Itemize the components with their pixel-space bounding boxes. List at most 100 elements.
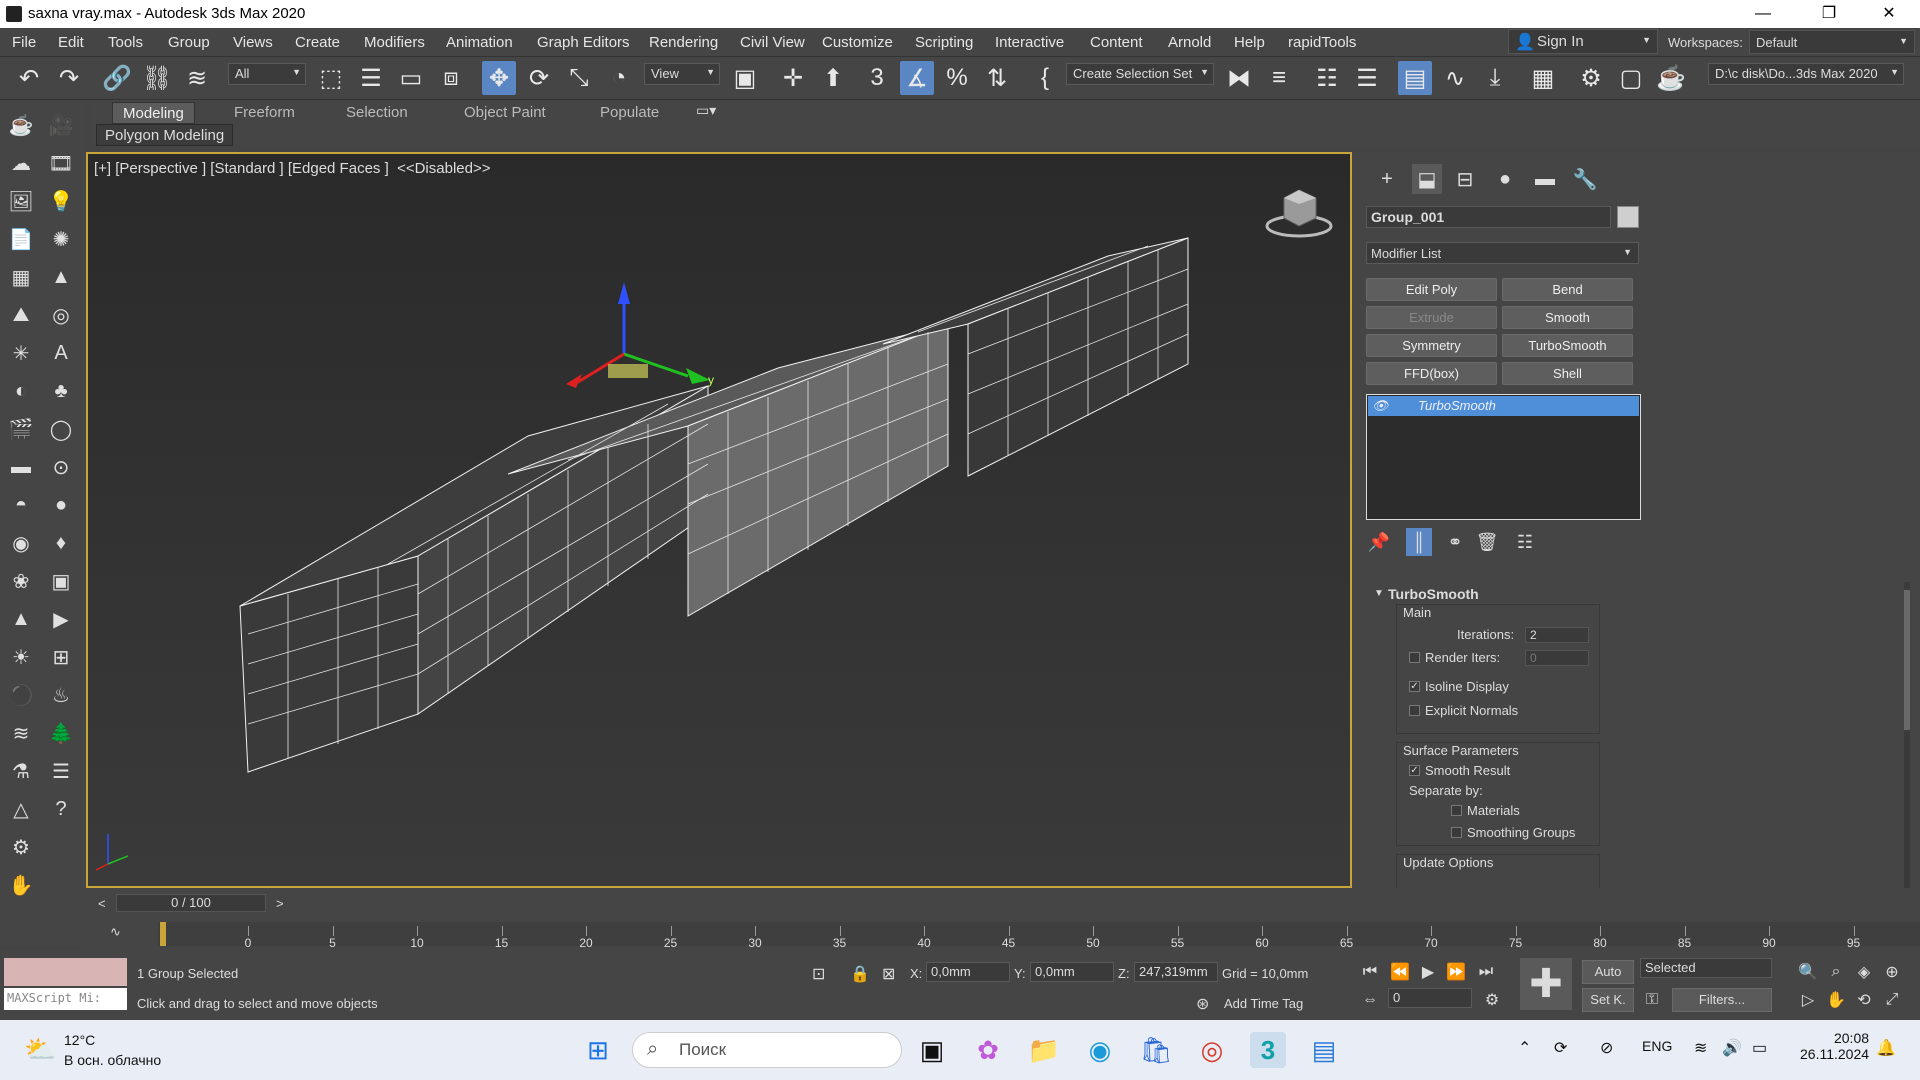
- notification-bell-icon[interactable]: 🔔: [1876, 1038, 1896, 1058]
- next-frame-button[interactable]: >: [276, 896, 284, 911]
- hand-icon[interactable]: ✋: [6, 870, 36, 900]
- select-by-name-icon[interactable]: ☰: [354, 61, 388, 95]
- menu-tools[interactable]: Tools: [108, 34, 143, 51]
- bend-button[interactable]: Bend: [1502, 278, 1633, 301]
- chrome-icon[interactable]: ◎: [1194, 1032, 1230, 1068]
- battery-icon[interactable]: ▭: [1752, 1038, 1767, 1058]
- ball-icon[interactable]: ⚫: [6, 680, 36, 710]
- select-object-icon[interactable]: ⬚: [314, 61, 348, 95]
- frame-icon[interactable]: ⊞: [46, 642, 76, 672]
- menu-arnold[interactable]: Arnold: [1168, 34, 1211, 51]
- torus-icon[interactable]: ◯: [46, 414, 76, 444]
- tab-populate[interactable]: Populate: [590, 102, 669, 124]
- tab-freeform[interactable]: Freeform: [224, 102, 305, 124]
- plugin-icon[interactable]: ◐: [6, 376, 36, 406]
- x-coordinate-field[interactable]: 0,0mm: [926, 962, 1010, 982]
- project-folder-dropdown[interactable]: D:\c disk\Do...3ds Max 2020: [1708, 63, 1904, 85]
- dome-icon[interactable]: ◓: [6, 490, 36, 520]
- curve-editor-icon[interactable]: ∿: [1438, 61, 1472, 95]
- sign-in-button[interactable]: 👤 Sign In ▼: [1508, 29, 1658, 54]
- isoline-display-checkbox[interactable]: ✓: [1409, 681, 1420, 692]
- sync-icon[interactable]: ⟳: [1554, 1038, 1567, 1058]
- menu-file[interactable]: File: [12, 34, 36, 51]
- menu-help[interactable]: Help: [1234, 34, 1265, 51]
- pivot-center-icon[interactable]: ▣: [728, 61, 762, 95]
- play-icon[interactable]: ▶: [1416, 960, 1440, 984]
- menu-create[interactable]: Create: [295, 34, 340, 51]
- film-icon[interactable]: 🎬: [6, 414, 36, 444]
- materials-checkbox[interactable]: [1451, 805, 1462, 816]
- ribbon-options-icon[interactable]: ▭▾: [696, 102, 716, 119]
- tab-modeling[interactable]: Modeling: [112, 102, 195, 124]
- volume-icon[interactable]: 🔊: [1722, 1038, 1742, 1058]
- curve-editor-mini-icon[interactable]: ∿: [110, 924, 121, 940]
- minimize-button[interactable]: —: [1740, 0, 1786, 28]
- key-icon[interactable]: ⚿: [1640, 988, 1664, 1012]
- text-icon[interactable]: A: [46, 338, 76, 368]
- orbit-icon[interactable]: ⟲: [1852, 988, 1876, 1012]
- gear-icon[interactable]: ⚙: [6, 832, 36, 862]
- eye-icon[interactable]: 👁: [1372, 398, 1389, 414]
- image-icon[interactable]: 🖼: [6, 186, 36, 216]
- undo-icon[interactable]: ↶: [12, 61, 46, 95]
- teapot-icon[interactable]: ☕: [6, 110, 36, 140]
- iterations-spinner[interactable]: 2: [1525, 627, 1589, 643]
- video-camera-icon[interactable]: 🎞: [46, 148, 76, 178]
- object-color-swatch[interactable]: [1617, 206, 1639, 228]
- previous-frame-icon[interactable]: ⏪: [1388, 960, 1412, 984]
- particles-icon[interactable]: ✳: [6, 338, 36, 368]
- key-mode-icon[interactable]: ⇔: [1358, 988, 1382, 1012]
- command-panel-scrollbar[interactable]: [1904, 582, 1910, 888]
- scene-explorer-icon[interactable]: ☷: [1310, 61, 1344, 95]
- select-manipulate-icon[interactable]: ✛: [776, 61, 810, 95]
- set-key-big-icon[interactable]: ✚: [1520, 958, 1572, 1010]
- file-explorer-icon[interactable]: 📁: [1026, 1032, 1062, 1068]
- prev-frame-button[interactable]: <: [98, 896, 106, 911]
- lock-icon[interactable]: 🔒: [850, 964, 870, 984]
- field-of-view-icon[interactable]: ▷: [1796, 988, 1820, 1012]
- globe-icon[interactable]: ◉: [6, 528, 36, 558]
- menu-edit[interactable]: Edit: [58, 34, 84, 51]
- render-setup-icon[interactable]: ⚙: [1574, 61, 1608, 95]
- network-off-icon[interactable]: ⊘: [1600, 1038, 1613, 1058]
- shell-button[interactable]: Shell: [1502, 362, 1633, 385]
- play-panel-icon[interactable]: ▶: [46, 604, 76, 634]
- utilities-tab-icon[interactable]: 🔧: [1570, 164, 1600, 194]
- cylinder-icon[interactable]: ⊙: [46, 452, 76, 482]
- help-icon[interactable]: ?: [46, 794, 76, 824]
- menu-rendering[interactable]: Rendering: [649, 34, 718, 51]
- selection-filter-dropdown[interactable]: All: [228, 63, 306, 85]
- perspective-viewport[interactable]: y [+] [Perspective ] [Standard ] [Edged …: [86, 152, 1352, 888]
- molecule-icon[interactable]: ⚗: [6, 756, 36, 786]
- stack-item-turbosmooth[interactable]: 👁 TurboSmooth: [1368, 396, 1639, 416]
- spotlight-icon[interactable]: ▲: [46, 262, 76, 292]
- create-tab-icon[interactable]: +: [1372, 164, 1402, 194]
- maximize-viewport-icon[interactable]: ⤢: [1880, 988, 1904, 1012]
- show-end-result-icon[interactable]: ║: [1406, 528, 1432, 556]
- edit-named-selection-icon[interactable]: {: [1028, 61, 1062, 95]
- forest-icon[interactable]: 🌲: [46, 718, 76, 748]
- zoom-all-icon[interactable]: ⌕: [1824, 960, 1848, 984]
- maxscript-listener[interactable]: MAXScript Mi:: [4, 958, 127, 1014]
- menu-scripting[interactable]: Scripting: [915, 34, 973, 51]
- plant-icon[interactable]: ❀: [6, 566, 36, 596]
- make-unique-icon[interactable]: ⚭: [1442, 528, 1468, 556]
- 3ds-max-taskbar-icon[interactable]: 3: [1250, 1032, 1286, 1068]
- remove-modifier-icon[interactable]: 🗑: [1474, 528, 1500, 556]
- camera-target-icon[interactable]: ◎: [46, 300, 76, 330]
- rectangular-selection-icon[interactable]: ▭: [394, 61, 428, 95]
- go-to-start-icon[interactable]: ⏮: [1358, 960, 1382, 984]
- explicit-normals-checkbox[interactable]: [1409, 705, 1420, 716]
- filters-button[interactable]: Filters...: [1672, 988, 1772, 1012]
- current-frame-field[interactable]: 0: [1388, 988, 1472, 1008]
- language-indicator[interactable]: ENG: [1642, 1038, 1672, 1054]
- pan-icon[interactable]: ✋: [1824, 988, 1848, 1012]
- scale-icon[interactable]: ⤡: [562, 61, 596, 95]
- bulb-small-icon[interactable]: ♦: [46, 528, 76, 558]
- close-button[interactable]: ✕: [1866, 0, 1912, 28]
- edge-icon[interactable]: ◉: [1082, 1032, 1118, 1068]
- hair-icon[interactable]: ≋: [6, 718, 36, 748]
- next-frame-icon[interactable]: ⏩: [1444, 960, 1468, 984]
- tree-icon[interactable]: ♣: [46, 376, 76, 406]
- auto-key-button[interactable]: Auto: [1582, 960, 1634, 984]
